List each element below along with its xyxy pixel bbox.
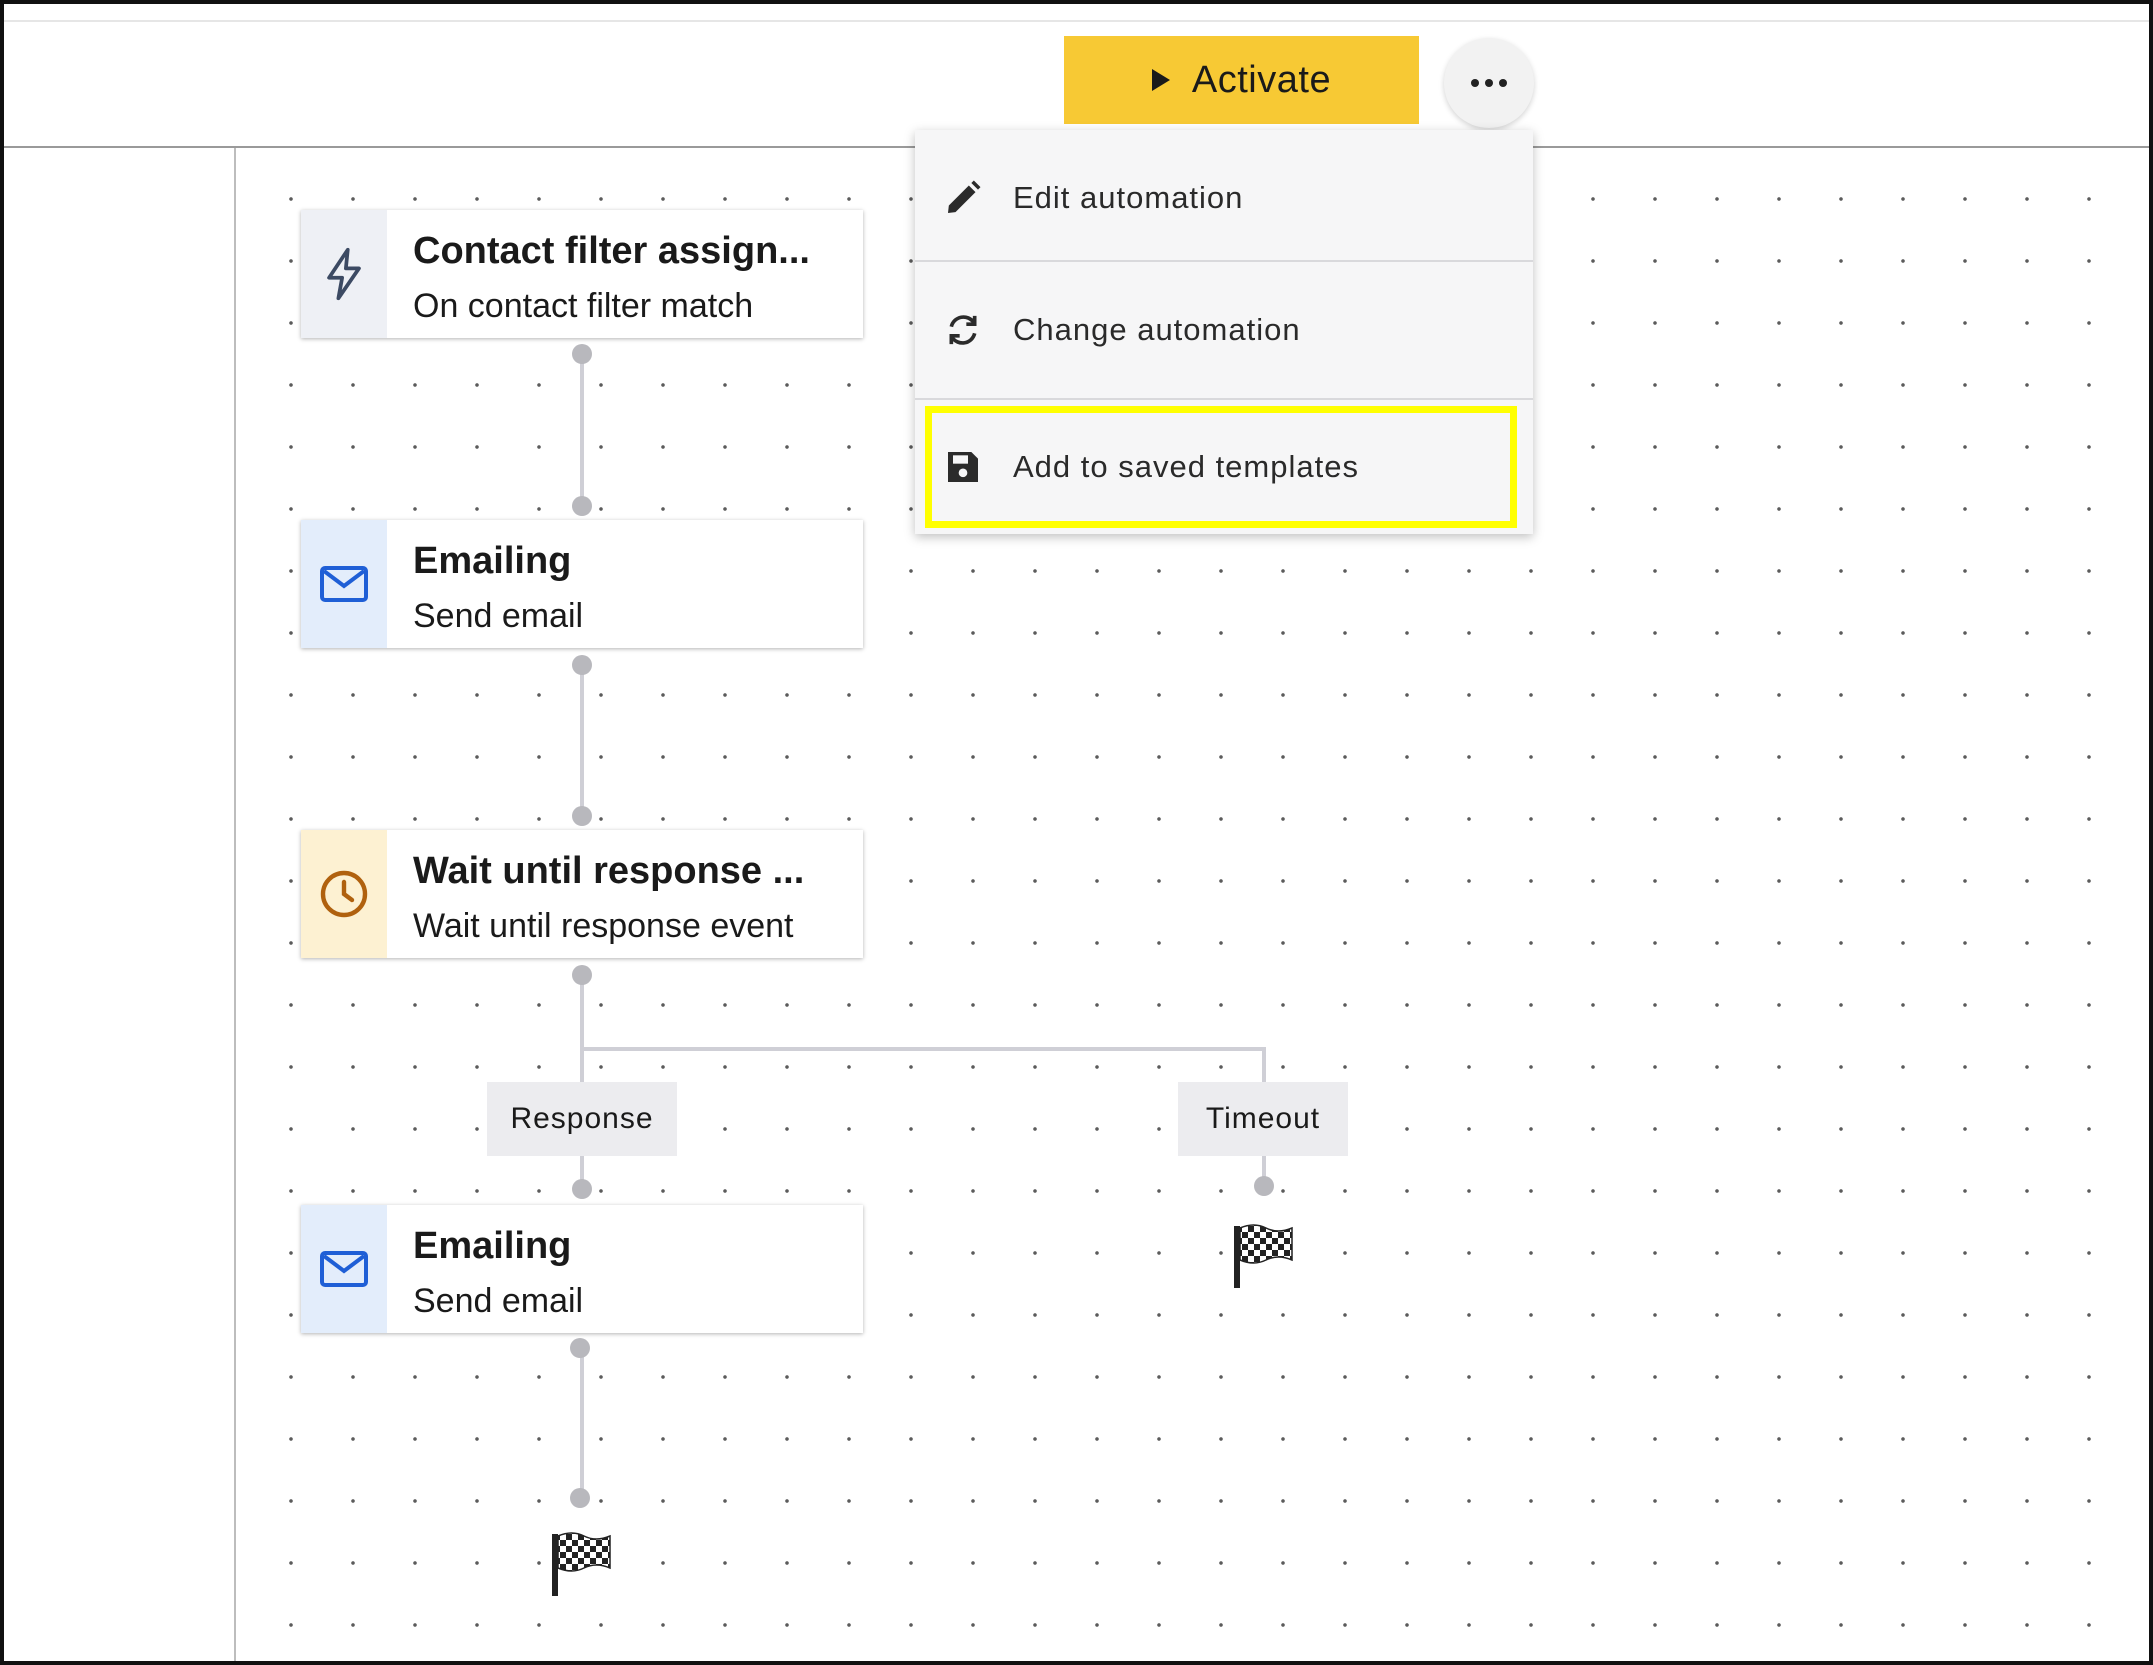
more-dots-icon-3 — [1499, 79, 1507, 87]
lightning-icon — [327, 247, 361, 301]
workflow-node-email[interactable]: Emailing Send email — [301, 1205, 863, 1333]
menu-item-label: Change automation — [1013, 311, 1301, 347]
activate-label: Activate — [1191, 58, 1332, 101]
play-icon — [1151, 69, 1170, 91]
finish-flag-icon — [552, 1532, 611, 1596]
connector-line — [580, 354, 584, 506]
connector-port[interactable] — [572, 965, 592, 985]
branch-label-timeout[interactable]: Timeout — [1178, 1082, 1348, 1156]
connector-line — [580, 1347, 584, 1497]
left-sidebar — [4, 148, 236, 1661]
node-subtitle: Wait until response event — [413, 907, 794, 945]
connector-port[interactable] — [572, 496, 592, 516]
node-title: Emailing — [413, 1225, 572, 1267]
connector-line — [580, 664, 584, 816]
more-dots-icon — [1471, 79, 1479, 87]
pencil-icon — [948, 180, 981, 213]
node-icon-box — [301, 210, 387, 338]
connector-port[interactable] — [570, 1488, 590, 1508]
menu-item-change-automation[interactable]: Change automation — [915, 262, 1533, 397]
more-dots-icon-2 — [1485, 79, 1493, 87]
highlight-box — [925, 406, 1517, 528]
connector-port[interactable] — [572, 1179, 592, 1199]
node-icon-box — [301, 830, 387, 958]
node-subtitle: On contact filter match — [413, 287, 754, 325]
node-subtitle: Send email — [413, 597, 584, 635]
workflow-node-email[interactable]: Emailing Send email — [301, 520, 863, 648]
connector-port[interactable] — [570, 1338, 590, 1358]
node-title: Wait until response ... — [413, 850, 805, 892]
clock-icon — [320, 870, 368, 918]
node-title: Contact filter assign... — [413, 230, 810, 272]
mail-icon — [320, 566, 368, 602]
workflow-node-wait[interactable]: Wait until response ... Wait until respo… — [301, 830, 863, 958]
node-icon-box — [301, 520, 387, 648]
connector-port[interactable] — [1254, 1176, 1274, 1196]
connector-port[interactable] — [572, 344, 592, 364]
more-options-button[interactable] — [1444, 38, 1534, 128]
activate-button[interactable]: Activate — [1064, 36, 1419, 124]
branch-connector-line — [580, 1047, 1266, 1051]
refresh-icon — [949, 314, 977, 345]
connector-port[interactable] — [572, 655, 592, 675]
menu-item-label: Edit automation — [1013, 179, 1244, 215]
node-icon-box — [301, 1205, 387, 1333]
toolbar-divider — [4, 20, 2149, 22]
node-title: Emailing — [413, 540, 572, 582]
mail-icon — [320, 1251, 368, 1287]
branch-label-response[interactable]: Response — [487, 1082, 677, 1156]
workflow-node-trigger[interactable]: Contact filter assign... On contact filt… — [301, 210, 863, 338]
finish-flag-icon — [1234, 1224, 1293, 1288]
node-subtitle: Send email — [413, 1282, 584, 1320]
connector-port[interactable] — [572, 806, 592, 826]
menu-item-edit-automation[interactable]: Edit automation — [915, 130, 1533, 265]
